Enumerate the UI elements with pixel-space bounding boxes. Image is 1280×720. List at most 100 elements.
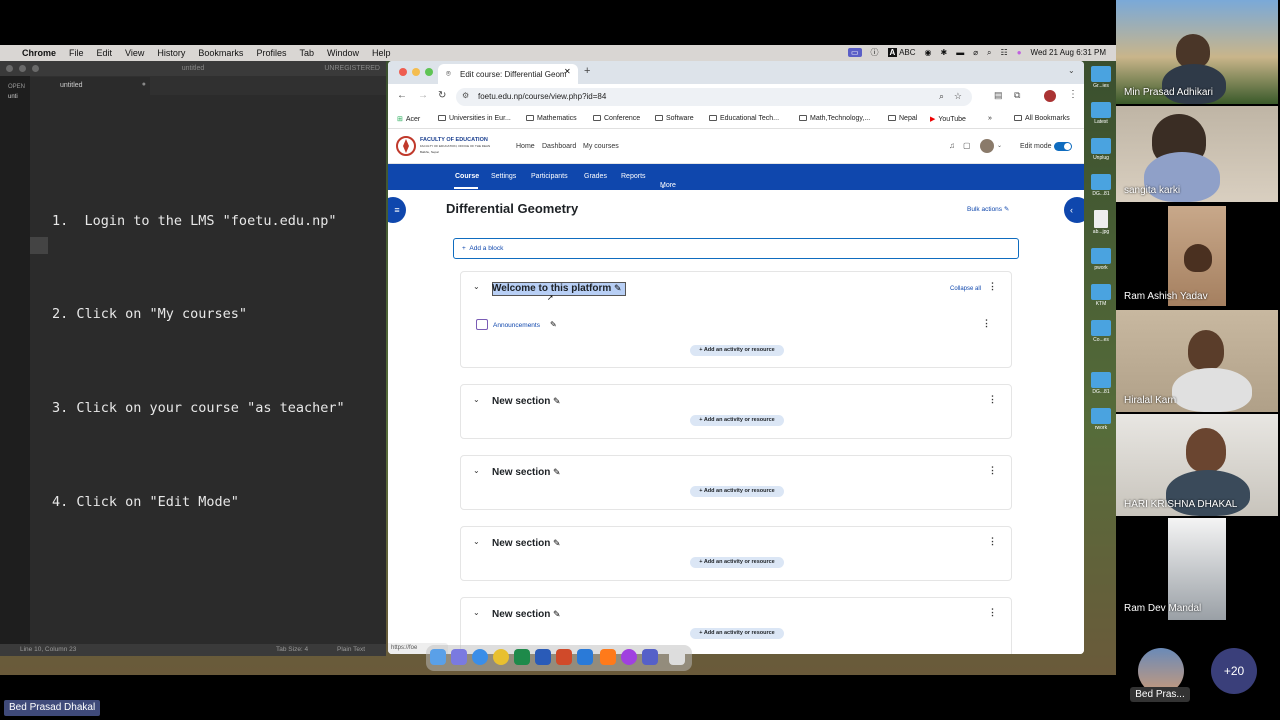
participant-tile[interactable]: Hiralal Karn <box>1116 310 1278 412</box>
pencil-icon[interactable]: ✎ <box>550 320 557 329</box>
chrome-menu-icon[interactable]: ⋮ <box>1068 89 1078 100</box>
tab-reports[interactable]: Reports <box>621 173 646 180</box>
close-window-button[interactable] <box>6 65 13 72</box>
bookmark-folder[interactable]: Conference <box>593 115 640 122</box>
address-bar[interactable]: ⚙ foetu.edu.np/course/view.php?id=84 ⌕ ☆ <box>456 88 972 106</box>
finder-icon[interactable] <box>430 649 446 665</box>
input-abc[interactable]: A ABC <box>887 48 916 57</box>
user-avatar[interactable] <box>980 139 994 153</box>
bluetooth-icon[interactable]: ✱ <box>941 48 948 57</box>
collapse-all-link[interactable]: Collapse all <box>950 286 981 292</box>
participant-tile[interactable]: HARI KRISHNA DHAKAL <box>1116 414 1278 516</box>
new-tab-icon[interactable]: + <box>584 65 590 77</box>
wifi-off-icon[interactable]: ⌀ <box>973 48 978 57</box>
word-icon[interactable] <box>535 649 551 665</box>
excel-icon[interactable] <box>514 649 530 665</box>
syntax-mode[interactable]: Plain Text <box>337 646 365 653</box>
folder-icon[interactable] <box>1091 320 1111 336</box>
menu-view[interactable]: View <box>125 48 144 58</box>
file-icon[interactable] <box>1094 210 1108 228</box>
bookmark-folder[interactable]: Universities in Eur... <box>438 115 511 122</box>
site-info-icon[interactable]: ⚙ <box>462 91 469 100</box>
add-activity-button[interactable]: + Add an activity or resource <box>690 628 784 639</box>
folder-icon[interactable] <box>1091 372 1111 388</box>
chevron-down-icon[interactable]: ⌄ <box>473 608 480 617</box>
nav-my-courses-link[interactable]: My courses <box>583 143 619 150</box>
add-activity-button[interactable]: + Add an activity or resource <box>690 345 784 356</box>
menu-window[interactable]: Window <box>327 48 359 58</box>
launchpad-icon[interactable] <box>451 649 467 665</box>
bookmark-folder[interactable]: Nepal <box>888 115 917 122</box>
section-menu-icon[interactable]: ⋮ <box>988 281 997 292</box>
back-icon[interactable]: ← <box>397 90 407 101</box>
teams-icon[interactable] <box>642 649 658 665</box>
pencil-icon[interactable]: ✎ <box>614 283 622 294</box>
reading-list-icon[interactable]: ▤ <box>994 90 1003 101</box>
tab-modified-dot-icon[interactable]: ● <box>142 81 146 88</box>
extensions-icon[interactable]: ⧉ <box>1014 90 1020 101</box>
section-title[interactable]: New section <box>492 609 550 620</box>
safari-icon[interactable] <box>472 649 488 665</box>
pencil-icon[interactable]: ✎ <box>553 396 561 407</box>
chevron-down-icon[interactable]: ⌄ <box>997 142 1002 149</box>
activity-menu-icon[interactable]: ⋮ <box>982 318 991 329</box>
zoom-icon[interactable]: ⌕ <box>939 91 944 102</box>
section-title[interactable]: New section <box>492 538 550 549</box>
forward-icon[interactable]: → <box>418 90 428 101</box>
nav-dashboard-link[interactable]: Dashboard <box>542 143 576 150</box>
faculty-logo[interactable] <box>396 136 416 156</box>
bookmark-folder[interactable]: Mathematics <box>526 115 577 122</box>
reload-icon[interactable]: ↻ <box>438 90 446 101</box>
trash-icon[interactable] <box>669 649 685 665</box>
folder-icon[interactable] <box>1091 66 1111 82</box>
bookmark-acer[interactable]: ⊞ Acer <box>397 115 420 123</box>
tab-course[interactable]: Course <box>455 173 479 180</box>
participant-tile[interactable]: sangita karki <box>1116 106 1278 202</box>
browser-tab[interactable]: ⌾ Edit course: Differential Geom <box>438 64 578 84</box>
add-block-button[interactable]: + Add a block <box>453 238 1019 259</box>
chevron-down-icon[interactable]: ⌄ <box>473 537 480 546</box>
pencil-icon[interactable]: ✎ <box>553 538 561 549</box>
section-title[interactable]: New section <box>492 467 550 478</box>
close-window-button[interactable] <box>399 68 407 76</box>
messages-icon[interactable]: ▢ <box>963 141 971 150</box>
section-title[interactable]: New section <box>492 396 550 407</box>
outlook-icon[interactable] <box>577 649 593 665</box>
folder-icon[interactable] <box>1091 408 1111 424</box>
bookmark-folder[interactable]: Educational Tech... <box>709 115 779 122</box>
folder-icon[interactable] <box>1091 174 1111 190</box>
menu-file[interactable]: File <box>69 48 84 58</box>
zoom-window-button[interactable] <box>425 68 433 76</box>
tab-settings[interactable]: Settings <box>491 173 516 180</box>
more-participants-button[interactable]: +20 <box>1211 648 1257 694</box>
participant-tile[interactable]: Ram Ashish Yadav <box>1116 204 1278 308</box>
sublime-text-icon[interactable] <box>600 649 616 665</box>
add-activity-button[interactable]: + Add an activity or resource <box>690 415 784 426</box>
control-center-icon[interactable]: ☷ <box>1001 48 1008 57</box>
tab-participants[interactable]: Participants <box>531 173 568 180</box>
pencil-icon[interactable]: ✎ <box>553 609 561 620</box>
search-icon[interactable]: ⌕ <box>987 48 991 58</box>
pencil-icon[interactable]: ✎ <box>553 467 561 478</box>
section-menu-icon[interactable]: ⋮ <box>988 607 997 618</box>
zoom-window-button[interactable] <box>32 65 39 72</box>
bookmark-folder[interactable]: Software <box>655 115 694 122</box>
section-menu-icon[interactable]: ⋮ <box>988 394 997 405</box>
menu-bookmarks[interactable]: Bookmarks <box>198 48 243 58</box>
tab-search-icon[interactable]: ⌄ <box>1068 66 1075 75</box>
chevron-down-icon[interactable]: ⌄ <box>473 282 480 291</box>
menu-profiles[interactable]: Profiles <box>256 48 286 58</box>
sidebar-file-item[interactable]: unti <box>8 94 30 100</box>
all-bookmarks[interactable]: All Bookmarks <box>1014 115 1070 122</box>
menu-edit[interactable]: Edit <box>97 48 113 58</box>
minimize-window-button[interactable] <box>412 68 420 76</box>
bookmarks-overflow-icon[interactable]: » <box>988 115 992 122</box>
close-tab-icon[interactable]: ✕ <box>564 67 571 76</box>
user-icon[interactable]: ◉ <box>925 48 932 57</box>
bulk-actions-button[interactable]: Bulk actions ✎ <box>967 205 1009 213</box>
chevron-down-icon[interactable]: ⌄ <box>473 395 480 404</box>
nav-home-link[interactable]: Home <box>516 143 535 150</box>
chrome-icon[interactable] <box>493 649 509 665</box>
messenger-icon[interactable] <box>621 649 637 665</box>
notifications-bell-icon[interactable]: ♫ <box>949 141 955 150</box>
